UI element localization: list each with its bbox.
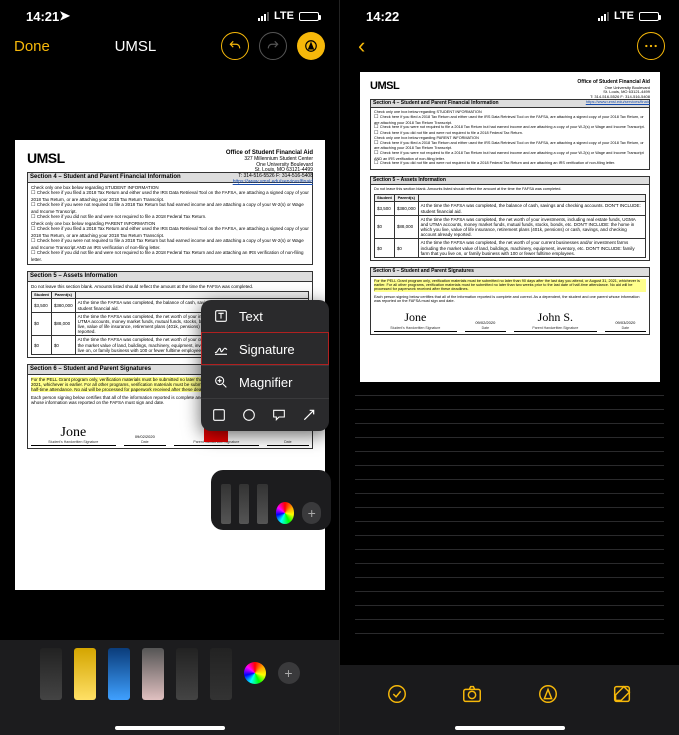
signal-icon xyxy=(258,12,269,21)
markup-add-menu: Text Signature Magnifier xyxy=(201,300,329,431)
more-button[interactable] xyxy=(637,32,665,60)
add-annotation-button[interactable]: + xyxy=(278,662,300,684)
menu-item-magnifier[interactable]: Magnifier xyxy=(201,365,329,398)
tool-pen-mini[interactable] xyxy=(221,484,231,524)
status-loc-arrow: ➤ xyxy=(59,8,70,24)
shape-arrow-icon[interactable] xyxy=(301,407,317,423)
done-button[interactable]: Done xyxy=(14,38,50,55)
section-5-header: Section 5 – Assets Information xyxy=(27,271,313,282)
section-4-body: Check only one box below regarding STUDE… xyxy=(27,183,313,265)
battery-icon xyxy=(299,12,319,21)
color-picker[interactable] xyxy=(244,662,266,684)
right-screenshot: 14:22 LTE ‹ UMSL Office of Student Finan… xyxy=(340,0,679,735)
home-indicator[interactable] xyxy=(455,726,565,730)
tool-pencil[interactable] xyxy=(108,648,130,700)
tool-lasso[interactable] xyxy=(176,648,198,700)
undo-button[interactable] xyxy=(221,32,249,60)
network-label: LTE xyxy=(274,10,294,22)
shape-speech-icon[interactable] xyxy=(271,407,287,423)
menu-shapes-row xyxy=(201,398,329,431)
document-page[interactable]: UMSL Office of Student Financial Aid One… xyxy=(360,72,660,382)
back-button[interactable]: ‹ xyxy=(354,33,369,59)
status-bar: 14:22 LTE xyxy=(340,0,679,26)
tool-pencil-mini[interactable] xyxy=(239,484,249,524)
status-time: 14:22 xyxy=(366,9,399,24)
doc-address: Office of Student Financial Aid 327 Mill… xyxy=(226,150,313,186)
annotation-mini-toolbar: + xyxy=(211,470,331,530)
page-title: UMSL xyxy=(60,38,211,55)
tool-highlighter[interactable] xyxy=(74,648,96,700)
shape-circle-icon[interactable] xyxy=(241,407,257,423)
parent-signature: John S. xyxy=(538,310,573,324)
compose-button[interactable] xyxy=(611,683,633,705)
menu-item-signature[interactable]: Signature xyxy=(201,332,329,365)
tool-eraser[interactable] xyxy=(142,648,164,700)
add-button-mini[interactable]: + xyxy=(302,502,321,524)
bottom-toolbar xyxy=(340,665,679,735)
redo-button[interactable] xyxy=(259,32,287,60)
tool-ruler[interactable] xyxy=(210,648,232,700)
student-signature: Jone xyxy=(61,425,87,440)
menu-item-text[interactable]: Text xyxy=(201,300,329,332)
status-right: LTE xyxy=(258,10,319,22)
markup-button[interactable] xyxy=(537,683,559,705)
left-screenshot: 14:21 ➤ LTE Done UMSL UMSL Office of Stu… xyxy=(0,0,340,735)
color-picker-mini[interactable] xyxy=(276,502,295,524)
signal-icon xyxy=(598,12,609,21)
doc-address: Office of Student Financial Aid One Univ… xyxy=(577,80,650,104)
note-ruled-lines xyxy=(355,395,664,634)
nav-bar: Done UMSL xyxy=(0,26,339,66)
student-signature: Jone xyxy=(404,310,426,324)
home-indicator[interactable] xyxy=(115,726,225,730)
status-right: LTE xyxy=(598,10,659,22)
shape-square-icon[interactable] xyxy=(211,407,227,423)
tool-pen[interactable] xyxy=(40,648,62,700)
nav-bar: ‹ xyxy=(340,26,679,66)
tool-ruler-mini[interactable] xyxy=(257,484,267,524)
markup-tool-tray: + xyxy=(0,640,339,735)
camera-button[interactable] xyxy=(460,683,484,705)
status-time: 14:21 xyxy=(26,9,59,24)
battery-icon xyxy=(639,12,659,21)
checklist-button[interactable] xyxy=(386,683,408,705)
network-label: LTE xyxy=(614,10,634,22)
markup-toggle-button[interactable] xyxy=(297,32,325,60)
status-bar: 14:21 ➤ LTE xyxy=(0,0,339,26)
